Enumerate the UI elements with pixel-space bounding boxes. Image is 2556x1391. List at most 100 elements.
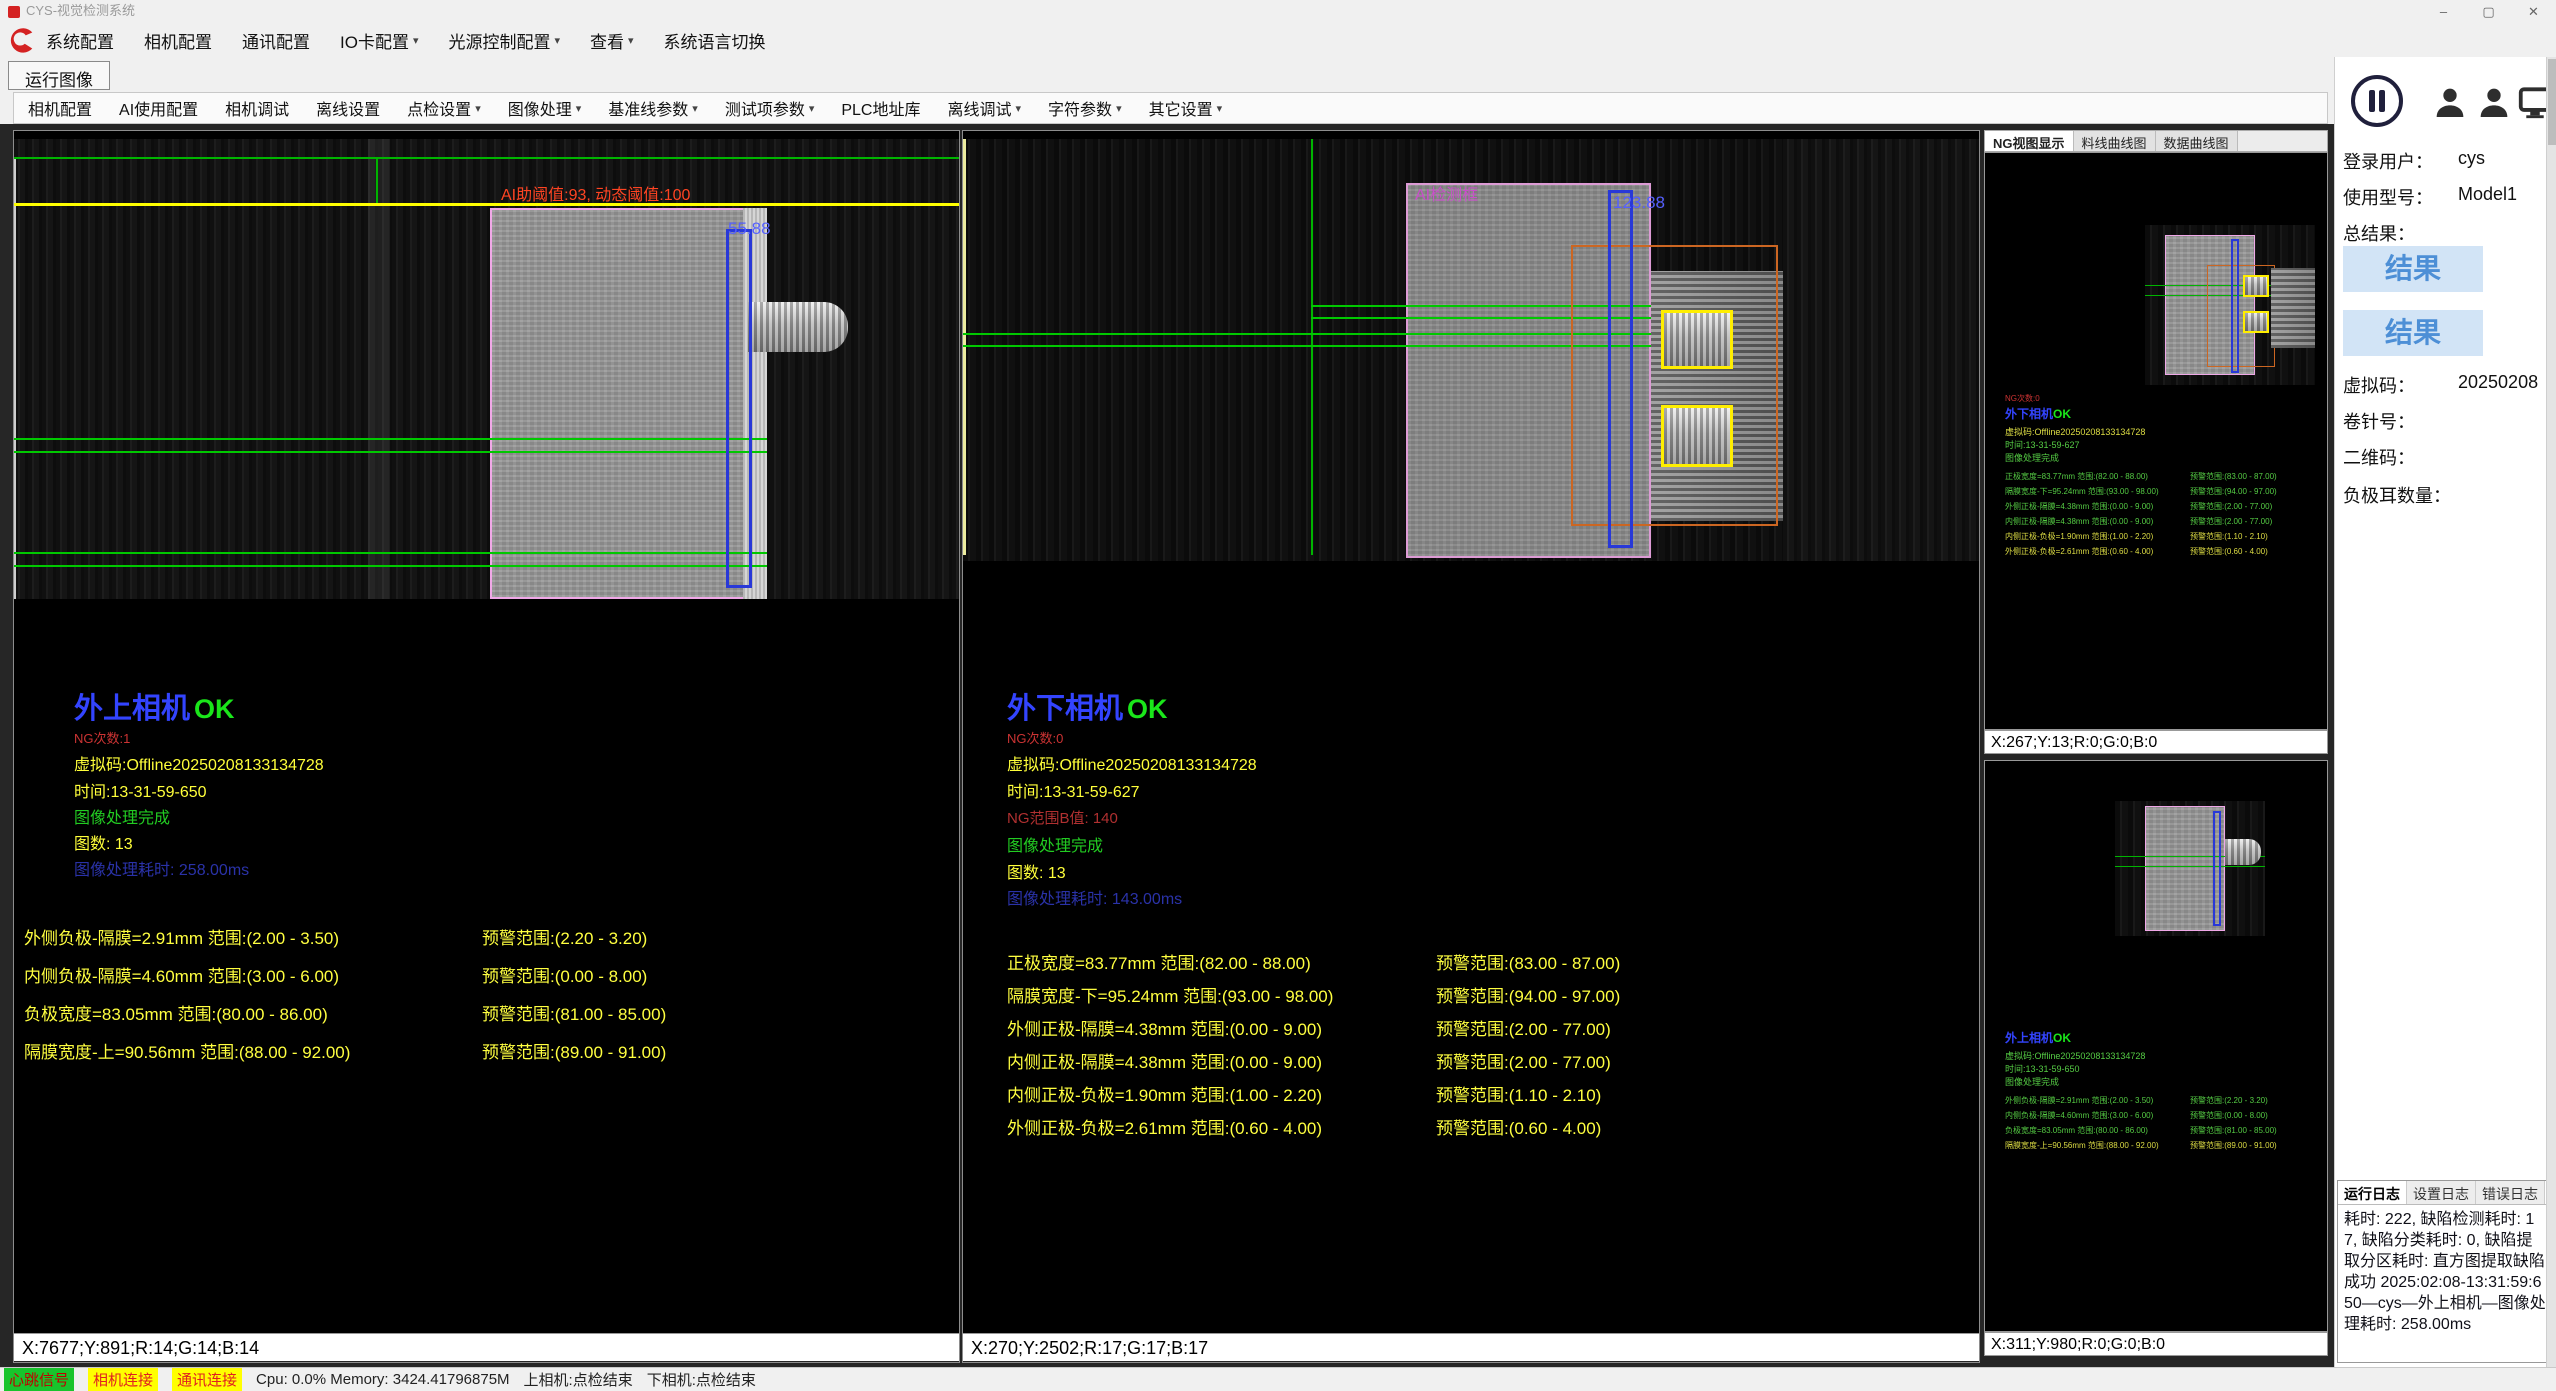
chevron-down-icon: ▾ (413, 34, 419, 47)
user-button-1[interactable] (2428, 80, 2472, 124)
pause-button[interactable] (2350, 74, 2404, 128)
tab-count-row: 负极耳数量： (2343, 482, 2451, 508)
mini-meas: 预警范围:(83.00 - 87.00) (2190, 471, 2277, 482)
mini-camera-name: 外下相机OK (2005, 405, 2071, 422)
virtual-code-row: 虚拟码： 20250208 (2343, 372, 2538, 398)
tool-ai-use-config[interactable]: AI使用配置 (119, 96, 198, 120)
virtual-code-line: 虚拟码:Offline20250208133134728 (1007, 757, 1257, 775)
chevron-down-icon: ▾ (1116, 102, 1122, 115)
measurement-warn: 预警范围:(2.00 - 77.00) (1436, 1015, 1611, 1040)
mini-time: 时间:13-31-59-650 (2005, 1062, 2080, 1075)
title-bar: CYS-视觉检测系统 – ▢ ✕ (0, 0, 2556, 23)
process-done-line: 图像处理完成 (74, 810, 170, 828)
process-done-line: 图像处理完成 (1007, 838, 1103, 856)
frame-count-line: 图数: 13 (1007, 865, 1066, 883)
mini-meas: 内侧负极-隔膜=4.60mm 范围:(3.00 - 6.00) (2005, 1110, 2153, 1121)
measurement-warn: 预警范围:(81.00 - 85.00) (482, 1000, 666, 1025)
electrode-region (490, 208, 751, 599)
heartbeat-badge: 心跳信号 (4, 1368, 74, 1391)
measurement-warn: 预警范围:(94.00 - 97.00) (1436, 982, 1620, 1007)
tab-line-curve[interactable]: 料线曲线图 (2074, 131, 2156, 151)
measure-line-green (14, 552, 767, 554)
tab-setting-log[interactable]: 设置日志 (2407, 1181, 2476, 1204)
ai-detect-box-label: AI检测框 (1415, 187, 1478, 205)
menu-light-config[interactable]: 光源控制配置▾ (448, 28, 560, 53)
tool-spotcheck-setting[interactable]: 点检设置▾ (407, 96, 481, 120)
left-camera-view[interactable]: AI助阈值:93, 动态阈值:100 55.88 外上相机OK NG次数:1 虚… (14, 131, 959, 1333)
user-icon (2430, 82, 2470, 122)
tab-data-curve[interactable]: 数据曲线图 (2156, 131, 2238, 151)
login-user-value[interactable]: cys (2458, 148, 2485, 174)
app-logo (4, 25, 38, 55)
roll-pin-label: 卷针号： (2343, 408, 2458, 434)
menu-language-switch[interactable]: 系统语言切换 (664, 28, 766, 53)
camera-name: 外下相机 (1007, 693, 1123, 725)
measurement-warn: 预警范围:(83.00 - 87.00) (1436, 949, 1620, 974)
measurement-text: 外侧正极-隔膜=4.38mm 范围:(0.00 - 9.00) (1007, 1015, 1322, 1040)
measurement-text: 内侧正极-隔膜=4.38mm 范围:(0.00 - 9.00) (1007, 1048, 1322, 1073)
tab-error-log[interactable]: 错误日志 (2476, 1181, 2545, 1204)
tool-other-settings[interactable]: 其它设置▾ (1149, 96, 1223, 120)
tool-offline-debug[interactable]: 离线调试▾ (948, 96, 1022, 120)
mini-yellow-box (2243, 311, 2269, 333)
thumbnail1-coords: X:267;Y:13;R:0;G:0;B:0 (1984, 730, 2328, 754)
tool-label: 基准线参数 (608, 96, 688, 120)
menu-view[interactable]: 查看▾ (590, 28, 634, 53)
qr-code-row: 二维码： (2343, 444, 2458, 470)
tool-camera-config[interactable]: 相机配置 (28, 96, 92, 120)
elapsed-line: 图像处理耗时: 258.00ms (74, 862, 249, 880)
chevron-down-icon: ▾ (475, 102, 481, 115)
mini-metal (2271, 268, 2315, 348)
menu-camera-config[interactable]: 相机配置 (144, 28, 212, 53)
measurement-text: 内侧正极-负极=1.90mm 范围:(1.00 - 2.20) (1007, 1081, 1322, 1106)
measure-line-green (14, 565, 767, 567)
camera-connect-badge: 相机连接 (88, 1368, 158, 1391)
roll-pin-row: 卷针号： (2343, 408, 2458, 434)
ng-thumbnail-lower-camera[interactable]: NG次数:0 外下相机OK 虚拟码:Offline202502081331347… (1984, 152, 2328, 730)
measurement-text: 正极宽度=83.77mm 范围:(82.00 - 88.00) (1007, 949, 1311, 974)
ng-thumbnail-upper-camera[interactable]: 外上相机OK 虚拟码:Offline20250208133134728 时间:1… (1984, 760, 2328, 1332)
tool-test-params[interactable]: 测试项参数▾ (725, 96, 815, 120)
login-user-row: 登录用户： cys (2343, 148, 2485, 174)
close-button[interactable]: ✕ (2511, 0, 2556, 23)
right-scrollbar[interactable] (2546, 57, 2556, 1367)
chevron-down-icon: ▾ (628, 34, 634, 47)
maximize-button[interactable]: ▢ (2466, 0, 2511, 23)
ng-count: NG次数:1 (74, 732, 130, 747)
tab-run-log[interactable]: 运行日志 (2338, 1181, 2407, 1204)
menu-system-config[interactable]: 系统配置 (46, 28, 114, 53)
tool-baseline-params[interactable]: 基准线参数▾ (608, 96, 698, 120)
user-button-2[interactable] (2472, 80, 2516, 124)
mini-meas: 预警范围:(1.10 - 2.10) (2190, 531, 2268, 542)
tool-offline-setting[interactable]: 离线设置 (316, 96, 380, 120)
tab-count-label: 负极耳数量： (2343, 482, 2451, 508)
menu-io-card-config[interactable]: IO卡配置 ▾ (340, 28, 418, 53)
tool-char-params[interactable]: 字符参数▾ (1048, 96, 1122, 120)
mini-camera-name: 外上相机OK (2005, 1029, 2071, 1046)
camera-name: 外上相机 (74, 693, 190, 725)
measurement-text: 隔膜宽度-下=95.24mm 范围:(93.00 - 98.00) (1007, 982, 1333, 1007)
mini-meas: 内侧正极-负极=1.90mm 范围:(1.00 - 2.20) (2005, 531, 2153, 542)
menu-comm-config[interactable]: 通讯配置 (242, 28, 310, 53)
mini-meas: 正极宽度=83.77mm 范围:(82.00 - 88.00) (2005, 471, 2148, 482)
yellow-tab-box (1661, 405, 1733, 467)
tool-label: AI使用配置 (119, 96, 198, 120)
tool-image-process[interactable]: 图像处理▾ (508, 96, 582, 120)
menu-label: 系统语言切换 (664, 28, 766, 53)
tab-run-image[interactable]: 运行图像 (8, 61, 110, 90)
vertical-reference-green (1311, 139, 1313, 555)
tool-camera-debug[interactable]: 相机调试 (225, 96, 289, 120)
log-content[interactable]: 耗时: 222, 缺陷检测耗时: 17, 缺陷分类耗时: 0, 缺陷提取分区耗时… (2338, 1205, 2553, 1339)
scrollbar-thumb[interactable] (2548, 59, 2556, 145)
window-title: CYS-视觉检测系统 (26, 4, 135, 19)
tool-plc-address[interactable]: PLC地址库 (841, 96, 920, 120)
model-value[interactable]: Model1 (2458, 184, 2517, 210)
comm-connect-badge: 通讯连接 (172, 1368, 242, 1391)
right-camera-view[interactable]: AI检测框 123.88 外下相机OK NG次数:0 虚拟码:Offline20… (963, 131, 1979, 1333)
minimize-button[interactable]: – (2421, 0, 2466, 23)
menu-label: IO卡配置 (340, 28, 409, 53)
model-label: 使用型号： (2343, 184, 2458, 210)
result-box-2: 结果 (2343, 310, 2483, 356)
bottom-status-bar: 心跳信号 相机连接 通讯连接 Cpu: 0.0% Memory: 3424.41… (0, 1367, 2556, 1390)
tab-ng-view[interactable]: NG视图显示 (1985, 131, 2074, 151)
